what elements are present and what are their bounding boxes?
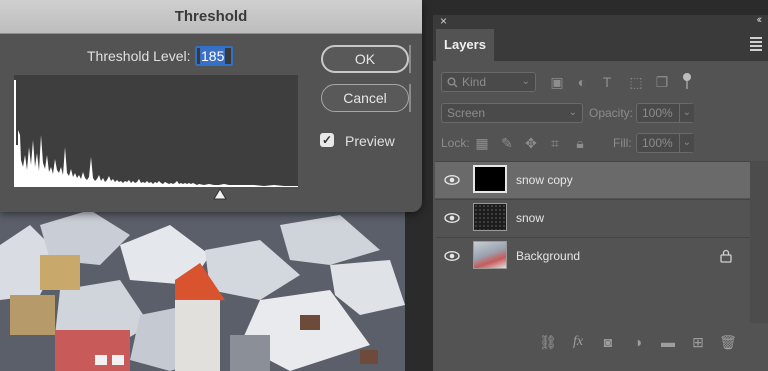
opacity-value: 100% xyxy=(642,106,673,120)
filter-smart-object-icon[interactable]: ❐ xyxy=(653,72,671,92)
lock-icon xyxy=(720,249,732,263)
threshold-level-row: Threshold Level: 185 xyxy=(87,46,233,66)
chevron-down-icon: ⌄ xyxy=(521,76,530,87)
histogram-graph xyxy=(14,80,298,187)
cancel-button-edge xyxy=(409,84,411,112)
lock-all-icon[interactable]: 🔒︎ xyxy=(571,133,589,153)
layers-scrollbar[interactable] xyxy=(750,161,768,323)
layer-thumbnail xyxy=(473,203,507,231)
blend-row: Screen ⌄ Opacity: 100% ⌄ xyxy=(433,103,768,123)
ok-button[interactable]: OK xyxy=(321,45,409,73)
visibility-eye-icon[interactable] xyxy=(444,210,460,226)
filter-kind-label: Kind xyxy=(462,75,487,89)
canvas-photo xyxy=(0,205,405,371)
panel-tabbar: Layers xyxy=(433,29,768,61)
lock-row: Lock: ▦ ✎ ✥ ⌗ 🔒︎ Fill: 100% ⌄ xyxy=(433,133,768,153)
blend-mode-value: Screen xyxy=(447,106,486,120)
cancel-button[interactable]: Cancel xyxy=(321,84,409,112)
panel-header-strip: × ‹‹ xyxy=(433,14,768,29)
dialog-titlebar[interactable]: Threshold xyxy=(0,0,422,34)
collapse-icon[interactable]: ‹‹ xyxy=(757,14,763,26)
filter-type-icon[interactable]: T xyxy=(598,72,616,92)
lock-transparent-icon[interactable]: ▦ xyxy=(473,133,491,153)
fill-value: 100% xyxy=(642,136,673,150)
lock-position-icon[interactable]: ✥ xyxy=(522,133,540,153)
layer-row[interactable]: snow xyxy=(435,199,750,236)
adjustment-layer-icon[interactable]: ◑ xyxy=(629,333,647,351)
layer-name: snow copy xyxy=(516,173,573,187)
chevron-down-icon: ⌄ xyxy=(678,104,694,122)
visibility-eye-icon[interactable] xyxy=(444,172,460,188)
threshold-level-value: 185 xyxy=(200,48,226,64)
blend-mode-select[interactable]: Screen ⌄ xyxy=(441,103,583,123)
filter-toggle-icon[interactable] xyxy=(683,73,691,81)
threshold-level-label: Threshold Level: xyxy=(87,48,191,64)
chevron-down-icon: ⌄ xyxy=(568,107,577,118)
layers-footer: ⛓︎ fx ◙ ◑ ▬ ⊞ 🗑︎ xyxy=(433,333,768,355)
chevron-down-icon: ⌄ xyxy=(678,134,694,152)
fx-icon[interactable]: fx xyxy=(569,333,587,351)
threshold-level-input[interactable]: 185 xyxy=(195,46,233,66)
layer-row[interactable]: Background xyxy=(435,237,750,274)
threshold-dialog: Threshold Threshold Level: 185 OK Cancel… xyxy=(0,0,422,212)
layer-row[interactable]: snow copy xyxy=(435,161,750,198)
lock-label: Lock: xyxy=(441,136,470,150)
fill-input[interactable]: 100% ⌄ xyxy=(636,133,694,153)
filter-pixel-icon[interactable]: ▣ xyxy=(548,72,566,92)
lock-artboard-icon[interactable]: ⌗ xyxy=(546,133,564,153)
filter-kind-select[interactable]: Kind ⌄ xyxy=(441,72,536,92)
preview-checkbox[interactable]: ✓ xyxy=(320,133,334,147)
filter-toggle-stem xyxy=(686,81,688,89)
tab-layers[interactable]: Layers xyxy=(436,29,494,61)
filter-adjustment-icon[interactable]: ◐ xyxy=(573,72,591,92)
filter-shape-icon[interactable]: ⬚ xyxy=(627,72,645,92)
new-layer-icon[interactable]: ⊞ xyxy=(689,333,707,351)
dialog-title: Threshold xyxy=(174,8,248,25)
layer-mask-icon[interactable]: ◙ xyxy=(599,333,617,351)
fill-label: Fill: xyxy=(613,136,632,150)
layer-thumbnail xyxy=(473,241,507,269)
filter-row: Kind ⌄ ▣ ◐ T ⬚ ❐ xyxy=(433,72,768,92)
group-folder-icon[interactable]: ▬ xyxy=(659,333,677,351)
layers-panel: × ‹‹ Layers Kind ⌄ ▣ ◐ T ⬚ ❐ Screen ⌄ Op… xyxy=(433,14,768,371)
layer-thumbnail xyxy=(473,165,507,193)
link-icon[interactable]: ⛓︎ xyxy=(539,333,557,351)
layer-name: Background xyxy=(516,249,581,263)
trash-icon[interactable]: 🗑︎ xyxy=(719,333,737,351)
lock-image-icon[interactable]: ✎ xyxy=(498,133,516,153)
layer-name: snow xyxy=(516,211,545,225)
close-icon[interactable]: × xyxy=(440,14,447,28)
ok-button-edge xyxy=(409,45,411,73)
visibility-eye-icon[interactable] xyxy=(444,248,460,264)
preview-label: Preview xyxy=(345,133,395,149)
histogram xyxy=(14,75,298,187)
search-icon xyxy=(447,77,458,88)
opacity-label: Opacity: xyxy=(589,106,634,120)
opacity-input[interactable]: 100% ⌄ xyxy=(636,103,694,123)
panel-menu-icon[interactable] xyxy=(750,37,762,53)
